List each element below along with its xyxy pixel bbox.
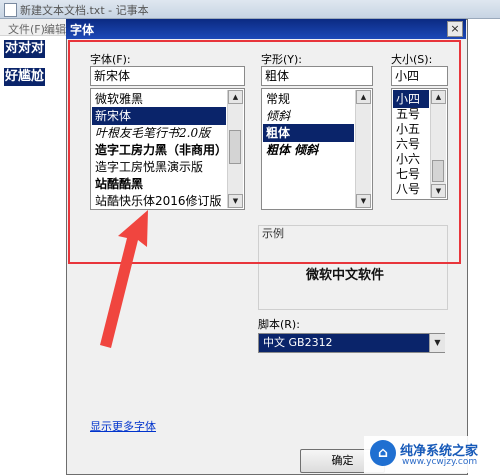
arrow-shape (100, 210, 148, 348)
watermark-url: www.ycwjzy.com (402, 457, 478, 467)
house-logo-icon: ⌂ (370, 440, 396, 466)
annotation-arrow-icon (100, 210, 148, 348)
